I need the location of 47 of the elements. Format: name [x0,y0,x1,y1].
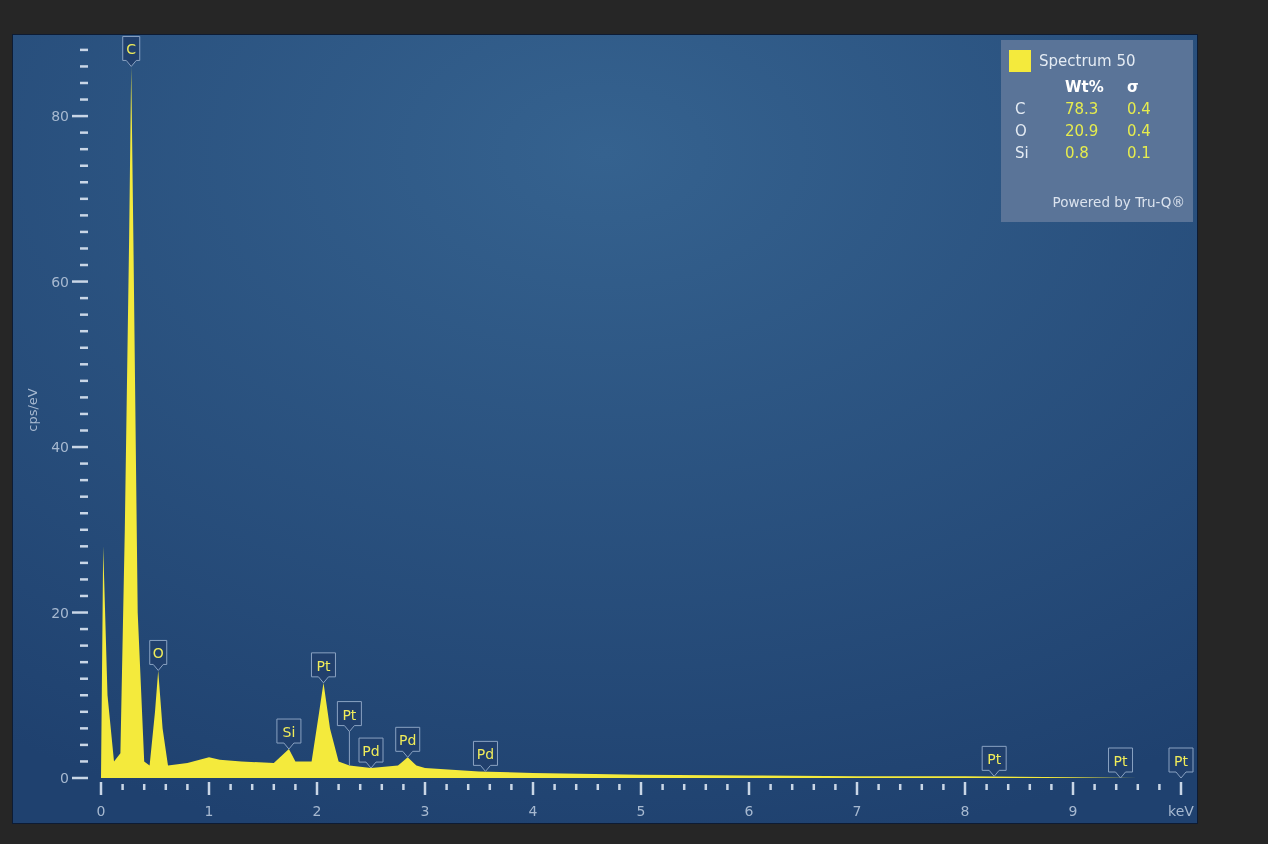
axis-tick-label: 3 [420,803,430,819]
powered-by-text: Powered by Tru-Q® [1051,194,1185,212]
axis-tick-label: 9 [1068,803,1078,819]
column-header: Wt% [1065,78,1105,96]
sigma-value: 0.4 [1127,122,1152,140]
axis-tick-label: 2 [312,803,322,819]
peak-label: Pt [311,652,336,684]
weight-percent: 20.9 [1065,122,1100,140]
annotation: Pd [399,732,417,749]
axis-tick-label: keV [1168,803,1194,819]
annotation: Pt [1113,753,1128,769]
annotation: Pd [362,743,380,760]
axis-tick-label: 0 [96,803,106,819]
annotation: O [152,645,164,662]
peak-label: Pd [395,726,421,758]
column-header: σ [1127,78,1140,96]
axis-tick-label: 40 [51,439,69,456]
peak-label: C [122,35,141,67]
sigma-value: 0.1 [1127,144,1152,162]
annotation: Pt [987,751,1002,768]
peak-label: O [149,639,168,671]
element-symbol: C [1015,100,1027,118]
weight-percent: 0.8 [1065,144,1090,162]
annotation: Si [282,724,296,741]
axis-tick-label: 1 [204,803,214,819]
annotation: C [126,41,137,58]
annotation: Pt [316,657,331,674]
annotation: Pd [476,746,495,763]
element-symbol: Si [1015,144,1030,162]
peak-label: Pd [473,740,498,772]
axis-tick-label: 8 [960,803,970,819]
axis-tick-label: 0 [60,770,69,786]
weight-percent: 78.3 [1065,100,1100,118]
sigma-value: 0.4 [1127,100,1152,118]
legend-title: Spectrum 50 [1039,52,1136,70]
element-symbol: O [1015,122,1028,140]
axis-tick-label: 80 [51,108,69,125]
axis-tick-label: 4 [528,803,538,819]
axis-tick-label: 6 [744,803,754,819]
axis-tick-label: 60 [51,273,69,290]
axis-tick-label: 20 [51,604,69,621]
axis-tick-label: 5 [636,803,646,819]
axis-tick-label: 7 [852,803,862,819]
peak-label: Pt [981,745,1007,777]
annotation: Pt [342,706,357,723]
annotation: Pt [1174,753,1189,769]
y-axis-label: cps/eV [25,388,40,432]
